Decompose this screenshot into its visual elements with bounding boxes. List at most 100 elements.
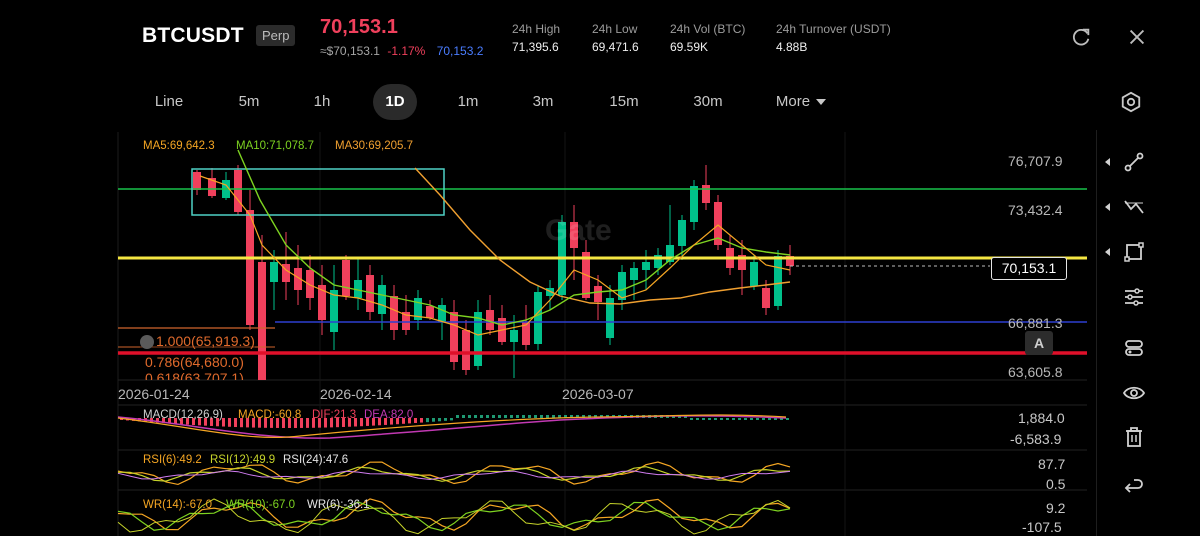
candle-body <box>750 262 758 286</box>
candle-body <box>378 285 386 314</box>
macd-axis-label: -6,583.9 <box>1010 431 1062 447</box>
symbol-title[interactable]: BTCUSDT <box>142 24 244 48</box>
expand-arrow-icon <box>1105 248 1110 256</box>
price-axis-label: 73,432.4 <box>1008 202 1063 218</box>
rsi12-legend: RSI(12):49.9 <box>210 454 276 466</box>
macd-bar <box>708 418 711 420</box>
candle-body <box>330 290 338 332</box>
close-icon[interactable] <box>1126 26 1148 48</box>
price-axis-label: 66,881.3 <box>1008 315 1063 331</box>
trend-line-icon <box>1124 152 1144 172</box>
multi-line-tool[interactable] <box>1105 192 1151 222</box>
macd-bar <box>504 415 507 418</box>
macd-bar <box>768 418 771 420</box>
tab-1h[interactable]: 1h <box>302 84 342 120</box>
candle-body <box>678 220 686 246</box>
candle-body <box>246 210 254 325</box>
macd-bar <box>306 418 309 428</box>
header: BTCUSDT Perp 70,153.1 ≈$70,153.1 -1.17% … <box>0 0 1200 76</box>
tab-30m[interactable]: 30m <box>684 84 732 120</box>
macd-bar <box>228 418 231 427</box>
trash-icon <box>1126 427 1142 447</box>
macd-legend-macd: MACD:-60.8 <box>238 409 302 421</box>
expand-arrow-icon <box>1105 203 1110 211</box>
wr10-line <box>117 501 791 532</box>
rsi24-legend: RSI(24):47.6 <box>283 454 349 466</box>
tab-1m[interactable]: 1m <box>448 84 488 120</box>
rsi-axis-label: 0.5 <box>1046 476 1066 492</box>
magnet-icon <box>1125 340 1143 356</box>
candle-body <box>774 256 782 306</box>
fib-label: 0.618(63,707.1) <box>145 370 244 380</box>
macd-bar <box>756 418 759 420</box>
macd-legend-title: MACD(12,26,9) <box>143 409 223 421</box>
price-axis-label: 76,707.9 <box>1008 153 1063 169</box>
gate-watermark: Gate <box>545 214 612 247</box>
wr14-line <box>117 498 791 531</box>
price-subline: ≈$70,153.1 -1.17% 70,153.2 <box>320 44 483 58</box>
fib-label: 0.786(64,680.0) <box>145 354 244 370</box>
macd-bar <box>744 418 747 420</box>
wr6-legend: WR(6):-36.1 <box>307 499 370 511</box>
stat-label: 24h High <box>512 22 561 36</box>
macd-bar <box>234 418 237 428</box>
tab-5m[interactable]: 5m <box>228 84 270 120</box>
macd-bar <box>540 415 543 418</box>
fib-lock-icon <box>140 335 154 350</box>
tab-more-label: More <box>775 93 811 110</box>
macd-bar <box>456 415 459 418</box>
macd-legend-dif: DIF:21.3 <box>312 409 357 421</box>
tab-more[interactable]: More <box>768 84 834 120</box>
macd-bar <box>720 418 723 420</box>
macd-bar <box>732 418 735 420</box>
macd-bar <box>438 418 441 422</box>
eye-icon <box>1122 386 1146 400</box>
fib-label-text: 1.000(65,919.3) <box>156 333 255 349</box>
undo-tool[interactable] <box>1117 473 1151 503</box>
macd-axis-label: 1,884.0 <box>1018 410 1065 426</box>
multi-line-icon <box>1124 200 1144 214</box>
wr14-legend: WR(14):-67.0 <box>143 499 213 511</box>
candle-body <box>474 312 482 366</box>
chart-settings-icon[interactable] <box>1120 91 1142 113</box>
wr6-line <box>117 498 791 535</box>
date-axis-label: 2026-02-14 <box>320 386 392 402</box>
ma10-legend: MA10:71,078.7 <box>236 140 315 152</box>
candle-body <box>534 292 542 344</box>
macd-bar <box>702 418 705 420</box>
macd-legend-dea: DEA:82.0 <box>364 409 414 421</box>
drawing-toolbar <box>1096 130 1170 536</box>
magnet-tool[interactable] <box>1117 333 1151 363</box>
rsi12-line <box>118 466 791 482</box>
macd-bar <box>498 415 501 418</box>
stat-label: 24h Turnover (USDT) <box>776 22 891 36</box>
candle-body <box>306 270 314 298</box>
macd-bar <box>432 418 435 422</box>
candle-body <box>193 172 201 190</box>
settings-sliders-tool[interactable] <box>1117 282 1151 312</box>
candle-body <box>426 306 434 318</box>
tab-line[interactable]: Line <box>145 84 193 120</box>
macd-bar <box>528 415 531 418</box>
macd-bar <box>516 415 519 418</box>
date-axis-label: 2026-01-24 <box>118 386 190 402</box>
candle-body <box>762 288 770 308</box>
macd-bar <box>420 418 423 423</box>
delete-tool[interactable] <box>1117 422 1151 452</box>
tab-15m[interactable]: 15m <box>600 84 648 120</box>
trend-line-tool[interactable] <box>1105 147 1151 177</box>
refresh-icon[interactable] <box>1070 26 1092 48</box>
tab-3m[interactable]: 3m <box>523 84 563 120</box>
candle-body <box>630 268 638 280</box>
shape-tool[interactable] <box>1105 237 1151 267</box>
candle-body <box>342 260 350 296</box>
candle-body <box>234 170 242 212</box>
rsi-axis-label: 87.7 <box>1038 456 1066 472</box>
macd-bar <box>750 418 753 420</box>
visibility-tool[interactable] <box>1117 378 1151 408</box>
candles <box>193 165 794 380</box>
macd-bar <box>696 418 699 420</box>
tab-1d[interactable]: 1D <box>373 84 417 120</box>
macd-bar <box>426 418 429 423</box>
auto-scale-button[interactable]: A <box>1025 331 1053 355</box>
